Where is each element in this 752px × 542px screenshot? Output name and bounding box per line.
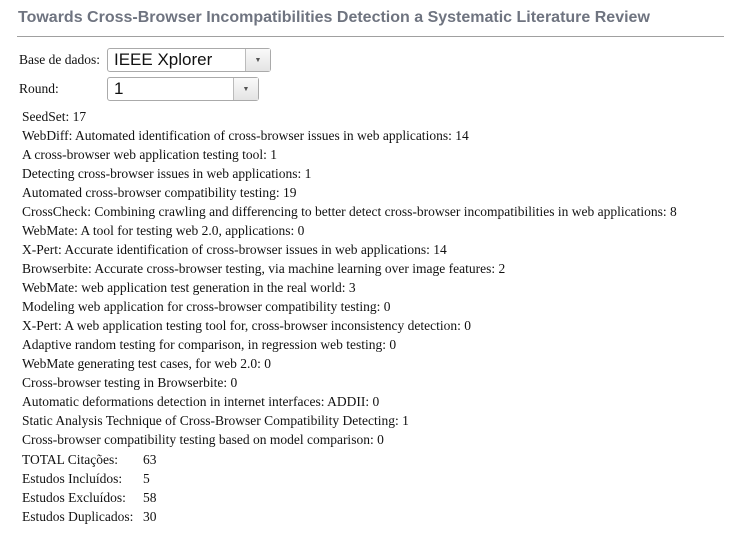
list-item: WebMate generating test cases, for web 2… [22, 356, 271, 371]
list-item: WebMate: A tool for testing web 2.0, app… [22, 223, 305, 238]
list-item: Automated cross-browser compatibility te… [22, 185, 297, 200]
list-item: WebDiff: Automated identification of cro… [22, 128, 469, 143]
total-row: Estudos Duplicados: 30 [22, 507, 157, 526]
list-item: SeedSet: 17 [22, 109, 87, 124]
list-item: Adaptive random testing for comparison, … [22, 337, 397, 352]
list-item: X-Pert: Accurate identification of cross… [22, 242, 447, 257]
list-item: Automatic deformations detection in inte… [22, 394, 380, 409]
total-label: Estudos Incluídos: [22, 471, 123, 486]
total-label: TOTAL Citações: [22, 452, 119, 467]
chevron-down-icon[interactable]: ▼ [245, 49, 270, 71]
divider [17, 36, 724, 37]
chevron-down-icon[interactable]: ▼ [233, 78, 258, 100]
list-item: A cross-browser web application testing … [22, 147, 277, 162]
list-item: Detecting cross-browser issues in web ap… [22, 166, 312, 181]
round-label: Round: [19, 81, 59, 96]
database-row: Base de dados: IEEE Xplorer ▼ [19, 48, 271, 72]
list-item: X-Pert: A web application testing tool f… [22, 318, 471, 333]
citation-list: SeedSet: 17 WebDiff: Automated identifica… [22, 107, 677, 449]
database-select[interactable]: IEEE Xplorer ▼ [107, 48, 271, 72]
totals: TOTAL Citações: 63 Estudos Incluídos: 5 Estu… [22, 450, 157, 526]
database-value: IEEE Xplorer [114, 50, 213, 69]
round-select[interactable]: 1 ▼ [107, 77, 259, 101]
list-item: CrossCheck: Combining crawling and diffe… [22, 204, 677, 219]
total-value: 5 [143, 471, 150, 486]
list-item: Cross-browser compatibility testing base… [22, 432, 384, 447]
page-title: Towards Cross-Browser Incompatibilities … [18, 9, 650, 26]
round-value: 1 [114, 79, 124, 98]
total-value: 30 [143, 509, 157, 524]
total-value: 63 [143, 452, 157, 467]
round-row: Round: 1 ▼ [19, 77, 259, 101]
list-item: Cross-browser testing in Browserbite: 0 [22, 375, 238, 390]
total-row: Estudos Excluídos: 58 [22, 488, 157, 507]
list-item: Browserbite: Accurate cross-browser test… [22, 261, 506, 276]
total-label: Estudos Excluídos: [22, 490, 126, 505]
total-row: TOTAL Citações: 63 [22, 450, 157, 469]
list-item: Modeling web application for cross-brows… [22, 299, 391, 314]
total-value: 58 [143, 490, 157, 505]
list-item: WebMate: web application test generation… [22, 280, 356, 295]
total-row: Estudos Incluídos: 5 [22, 469, 157, 488]
total-label: Estudos Duplicados: [22, 509, 134, 524]
database-label: Base de dados: [19, 52, 100, 67]
list-item: Static Analysis Technique of Cross-Brows… [22, 413, 409, 428]
